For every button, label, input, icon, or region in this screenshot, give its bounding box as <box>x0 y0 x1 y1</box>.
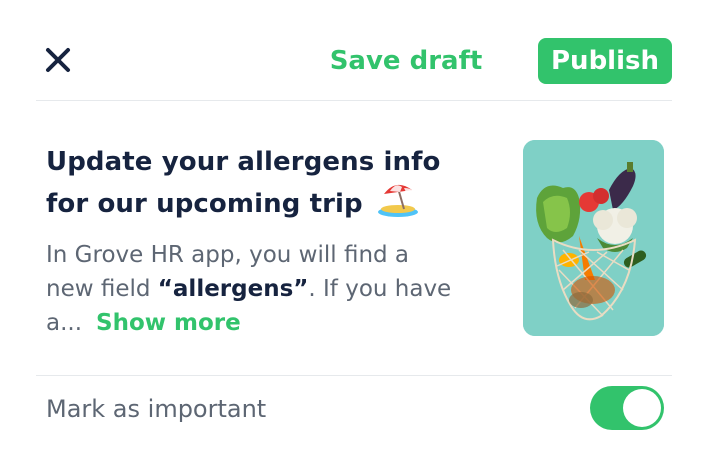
save-draft-button[interactable]: Save draft <box>322 38 490 84</box>
post-title-line2: for our upcoming trip <box>46 189 363 219</box>
post-body-line3: a... <box>46 310 83 336</box>
beach-umbrella-icon <box>377 184 418 217</box>
header-divider <box>36 100 672 101</box>
settings-divider <box>36 375 672 376</box>
toggle-knob <box>623 389 661 427</box>
allergens-keyword: “allergens” <box>157 276 309 302</box>
post-body-line2-prefix: new field <box>46 276 158 302</box>
post-image[interactable] <box>523 140 664 336</box>
mark-important-toggle[interactable] <box>590 386 664 430</box>
post-body-line1: In Grove HR app, you will find a <box>46 242 410 268</box>
post-body-line2-suffix: . If you have <box>308 276 452 302</box>
post-body: In Grove HR app, you will find a new fie… <box>46 238 496 340</box>
post-title-line1: Update your allergens info <box>46 147 441 177</box>
compose-post-screen: Save draft Publish Update your allergens… <box>0 0 706 456</box>
grocery-bag-image <box>523 140 664 336</box>
post-title: Update your allergens info for our upcom… <box>46 142 496 224</box>
mark-important-label: Mark as important <box>46 395 267 423</box>
close-icon <box>46 48 70 72</box>
publish-button[interactable]: Publish <box>538 38 672 84</box>
close-button[interactable] <box>36 40 80 80</box>
show-more-link[interactable]: Show more <box>96 310 241 336</box>
